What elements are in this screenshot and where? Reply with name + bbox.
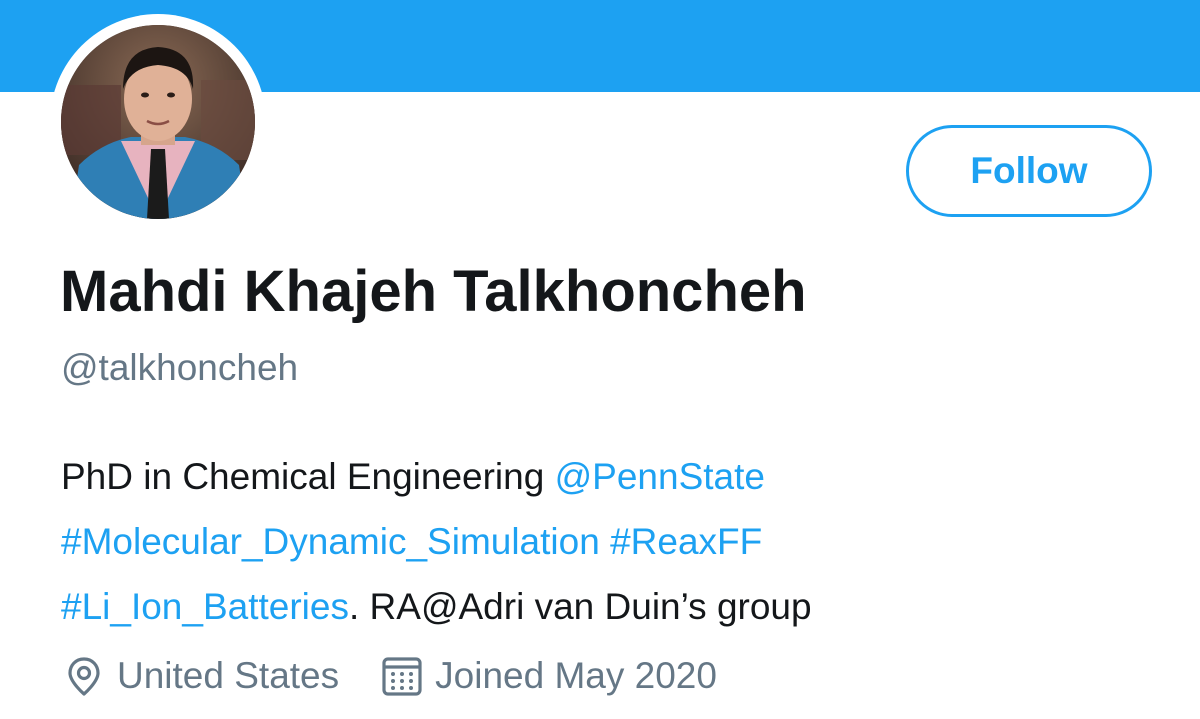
avatar[interactable] [61, 25, 255, 219]
joined-date-text: Joined May 2020 [435, 655, 717, 696]
location-pin-icon [68, 657, 100, 696]
profile-page: Follow Mahdi Khajeh Talkhoncheh @talkhon… [0, 0, 1200, 719]
display-name: Mahdi Khajeh Talkhoncheh [60, 259, 807, 324]
calendar-icon [382, 657, 422, 696]
location-item: United States [61, 653, 339, 699]
hashtag-link-molecular-dynamic-simulation[interactable]: #Molecular_Dynamic_Simulation [61, 521, 600, 562]
hashtag-link-li-ion-batteries[interactable]: #Li_Ion_Batteries [61, 586, 349, 627]
bio-text: . RA@Adri van Duin’s group [348, 586, 812, 627]
bio-text: PhD in Chemical Engineering [61, 456, 555, 497]
hashtag-link-reaxff[interactable]: #ReaxFF [610, 521, 762, 562]
follow-button[interactable]: Follow [906, 125, 1152, 217]
user-handle: @talkhoncheh [61, 347, 299, 388]
bio-line-3: #Li_Ion_Batteries. RA@Adri van Duin’s gr… [61, 574, 1181, 639]
bio-space [600, 521, 610, 562]
bio-line-1: PhD in Chemical Engineering @PennState [61, 444, 1181, 509]
profile-meta: United States Joined May 2020 [61, 648, 717, 704]
joined-item: Joined May 2020 [379, 653, 717, 699]
profile-bio: PhD in Chemical Engineering @PennState #… [61, 444, 1181, 639]
bio-line-2: #Molecular_Dynamic_Simulation #ReaxFF [61, 509, 1181, 574]
avatar-photo [61, 25, 255, 219]
mention-link-pennstate[interactable]: @PennState [555, 456, 765, 497]
location-text: United States [117, 655, 340, 696]
